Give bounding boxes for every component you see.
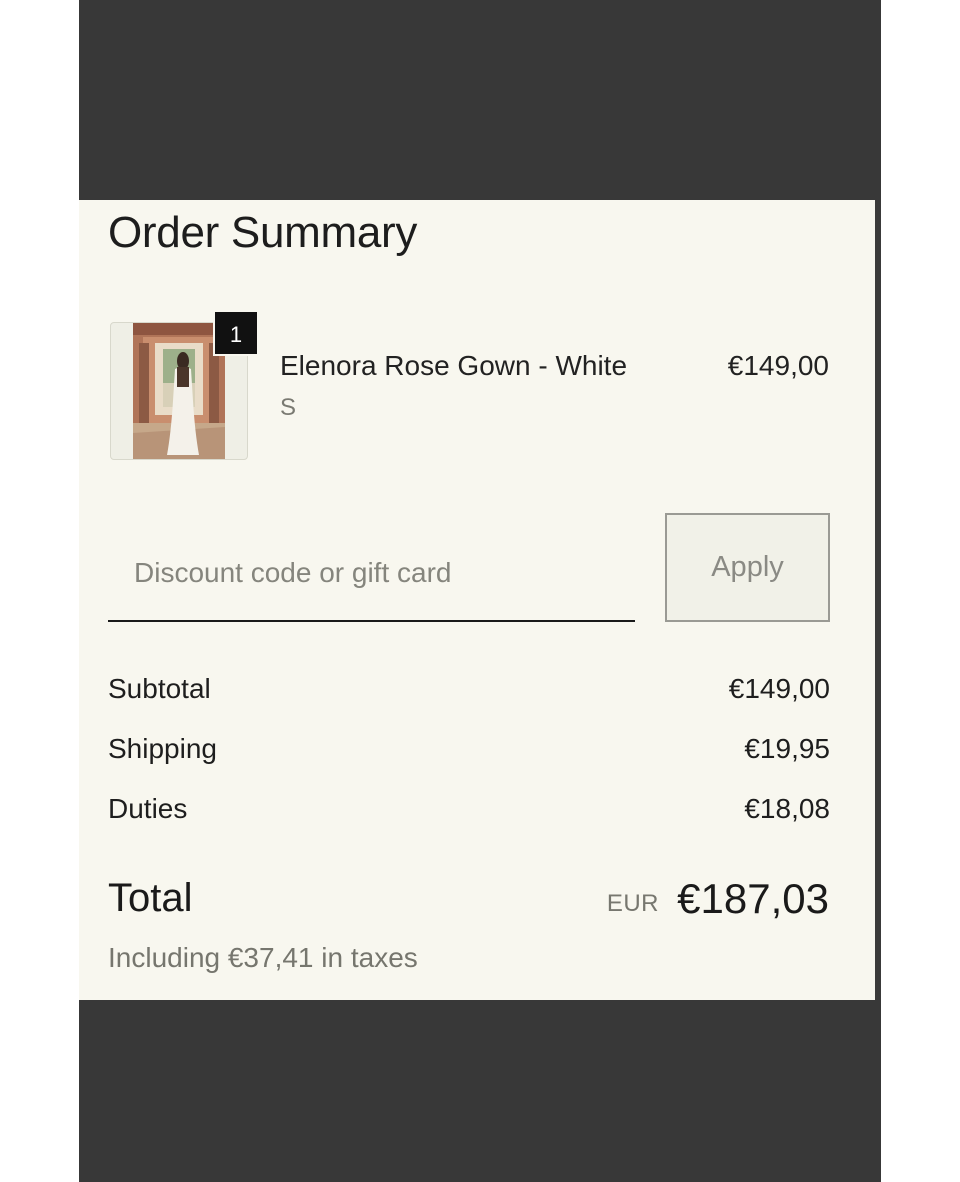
total-currency-code: EUR xyxy=(606,890,659,917)
bottom-dark-area xyxy=(79,1000,881,1182)
subtotal-row: Subtotal €149,00 xyxy=(108,673,830,713)
top-dark-area xyxy=(79,0,881,200)
product-variant: S xyxy=(280,394,297,421)
total-label: Total xyxy=(108,876,193,920)
quantity-badge: 1 xyxy=(213,310,259,356)
duties-value: €18,08 xyxy=(744,793,830,824)
duties-row: Duties €18,08 xyxy=(108,793,830,833)
order-summary-panel: Order Summary Elenora Rose Gown - White … xyxy=(79,200,875,1000)
duties-label: Duties xyxy=(108,793,188,824)
discount-code-input[interactable] xyxy=(108,525,635,622)
shipping-row: Shipping €19,95 xyxy=(108,733,830,773)
product-image xyxy=(133,323,225,459)
product-price: €149,00 xyxy=(727,350,829,381)
apply-discount-button[interactable]: Apply xyxy=(665,513,830,622)
subtotal-value: €149,00 xyxy=(728,673,830,704)
subtotal-label: Subtotal xyxy=(108,673,211,704)
total-value: €187,03 xyxy=(677,875,829,922)
order-summary-title: Order Summary xyxy=(108,208,418,257)
shipping-value: €19,95 xyxy=(744,733,830,764)
shipping-label: Shipping xyxy=(108,733,217,764)
product-name[interactable]: Elenora Rose Gown - White xyxy=(280,350,627,382)
tax-note: Including €37,41 in taxes xyxy=(108,942,418,973)
